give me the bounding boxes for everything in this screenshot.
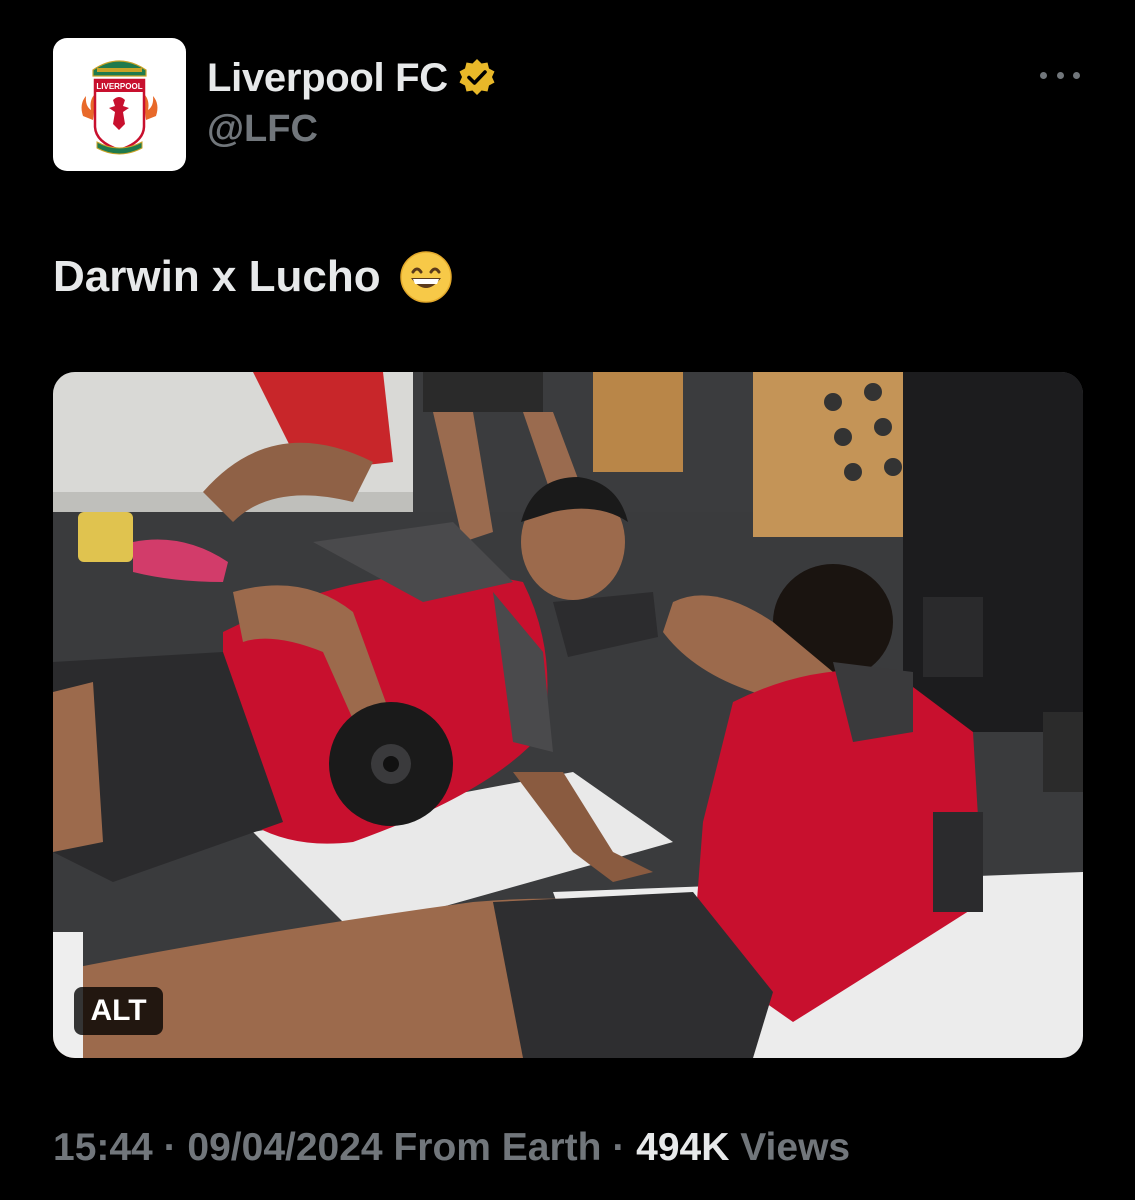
views-count[interactable]: 494K xyxy=(636,1126,729,1169)
more-dot xyxy=(1056,71,1064,79)
author-handle[interactable]: @LFC xyxy=(207,108,318,151)
views-label[interactable]: Views xyxy=(729,1126,850,1169)
meta-separator: · xyxy=(601,1126,637,1169)
tweet-media-image[interactable] xyxy=(53,372,1083,1058)
liverpool-crest-icon: LIVERPOOL xyxy=(81,60,158,155)
gym-training-photo xyxy=(53,372,1083,1058)
more-dot xyxy=(1073,71,1080,79)
grinning-face-emoji-icon xyxy=(399,251,452,303)
tweet-text: Darwin x Lucho xyxy=(53,250,453,304)
gold-verified-badge-icon xyxy=(459,59,495,95)
tweet-text-body: Darwin x Lucho xyxy=(53,252,381,301)
author-name-row[interactable]: Liverpool FC xyxy=(207,56,498,100)
meta-separator: · xyxy=(152,1126,188,1169)
author-display-name[interactable]: Liverpool FC xyxy=(207,56,448,101)
avatar-logo-text: LIVERPOOL xyxy=(96,82,142,91)
alt-text-button[interactable]: ALT xyxy=(74,987,163,1035)
more-dot xyxy=(1040,71,1047,79)
tweet-source: From Earth xyxy=(382,1126,602,1169)
more-horizontal-icon[interactable] xyxy=(1040,60,1080,90)
tweet-time[interactable]: 15:44 xyxy=(53,1126,153,1169)
avatar[interactable]: LIVERPOOL xyxy=(53,38,186,171)
tweet-meta: 15:44 · 09/04/2024 From Earth · 494K Vie… xyxy=(53,1126,850,1170)
tweet-date[interactable]: 09/04/2024 xyxy=(187,1126,382,1169)
